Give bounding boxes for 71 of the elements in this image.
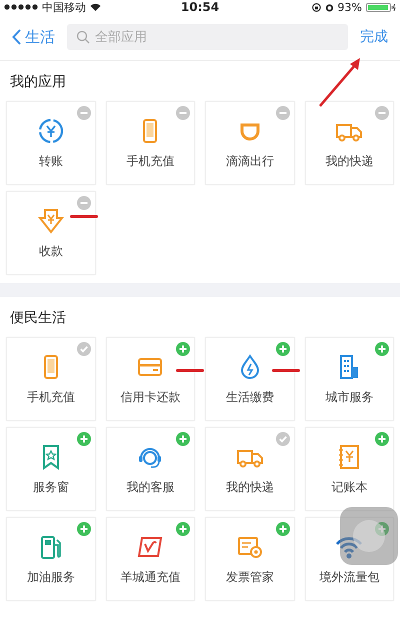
minus-badge-icon[interactable]	[375, 106, 389, 120]
plus-badge-icon[interactable]	[176, 432, 190, 446]
app-label: 我的快递	[325, 152, 374, 170]
app-tile[interactable]: 手机充值	[6, 337, 96, 421]
app-tile[interactable]: 信用卡还款	[106, 337, 195, 421]
app-label: 我的快递	[226, 478, 274, 496]
app-tile[interactable]: 服务窗	[6, 427, 96, 511]
app-label: 羊城通充值	[120, 568, 180, 586]
battery-percent: 93%	[338, 0, 362, 14]
alarm-icon	[324, 2, 334, 12]
app-tile[interactable]: 我的快递	[205, 427, 294, 511]
plus-badge-icon[interactable]	[276, 522, 290, 536]
app-label: 服务窗	[32, 478, 69, 496]
app-label: 信用卡还款	[120, 388, 180, 406]
app-label: 生活缴费	[226, 388, 274, 406]
app-tile[interactable]: 羊城通充值	[106, 517, 195, 601]
app-tile[interactable]: 我的客服	[106, 427, 195, 511]
section-title: 我的应用	[9, 73, 67, 92]
clock-time: 10:54	[180, 0, 220, 14]
yen-arrow-icon	[36, 206, 65, 234]
app-label: 收款	[38, 242, 63, 260]
lock-rotation-icon	[312, 2, 321, 12]
underline-mark	[272, 369, 300, 372]
plus-badge-icon[interactable]	[176, 522, 190, 536]
search-field[interactable]: 全部应用	[67, 24, 348, 50]
battery-icon	[366, 2, 396, 12]
wifi-icon	[90, 3, 101, 11]
app-tile[interactable]: 手机充值	[106, 101, 195, 185]
underline-mark	[176, 369, 204, 372]
minus-badge-icon[interactable]	[276, 106, 290, 120]
app-tile[interactable]: 收款	[6, 191, 96, 275]
back-chevron-icon	[12, 29, 21, 45]
plus-badge-icon[interactable]	[176, 342, 190, 356]
app-tile[interactable]: 滴滴出行	[205, 101, 294, 185]
app-tile[interactable]: 转账	[6, 101, 96, 185]
carrier-name: 中国移动	[42, 0, 86, 14]
app-tile[interactable]: 城市服务	[304, 337, 394, 421]
back-label: 生活	[25, 28, 55, 46]
app-label: 转账	[38, 152, 63, 170]
plus-badge-icon[interactable]	[76, 432, 90, 446]
plus-badge-icon[interactable]	[375, 432, 389, 446]
app-tile[interactable]: 发票管家	[205, 517, 294, 601]
app-tile[interactable]: 我的快递	[304, 101, 394, 185]
app-tile[interactable]: 加油服务	[6, 517, 96, 601]
app-label: 城市服务	[325, 388, 374, 406]
check-badge-icon[interactable]	[76, 342, 90, 356]
app-label: 手机充值	[126, 152, 174, 170]
minus-badge-icon[interactable]	[76, 106, 90, 120]
check-badge-icon[interactable]	[276, 432, 290, 446]
app-tile[interactable]: 境外流量包	[304, 517, 394, 601]
app-label: 发票管家	[226, 568, 274, 586]
plus-badge-icon[interactable]	[76, 522, 90, 536]
minus-badge-icon[interactable]	[76, 196, 90, 210]
floating-assistive-button[interactable]	[340, 507, 398, 565]
app-label: 我的客服	[126, 478, 174, 496]
app-label: 加油服务	[26, 568, 75, 586]
search-icon	[76, 30, 90, 44]
app-tile[interactable]: 记账本	[304, 427, 394, 511]
underline-mark	[70, 215, 98, 218]
app-tile[interactable]: 生活缴费	[205, 337, 294, 421]
app-label: 滴滴出行	[226, 152, 274, 170]
plus-badge-icon[interactable]	[375, 522, 389, 536]
signal-icon	[4, 4, 38, 10]
app-label: 手机充值	[26, 388, 75, 406]
app-label: 境外流量包	[319, 568, 380, 586]
plus-badge-icon[interactable]	[276, 342, 290, 356]
yen-circle-icon	[36, 116, 65, 144]
plus-badge-icon[interactable]	[375, 342, 389, 356]
app-label: 记账本	[331, 478, 368, 496]
section-title: 便民生活	[9, 309, 67, 328]
minus-badge-icon[interactable]	[176, 106, 190, 120]
